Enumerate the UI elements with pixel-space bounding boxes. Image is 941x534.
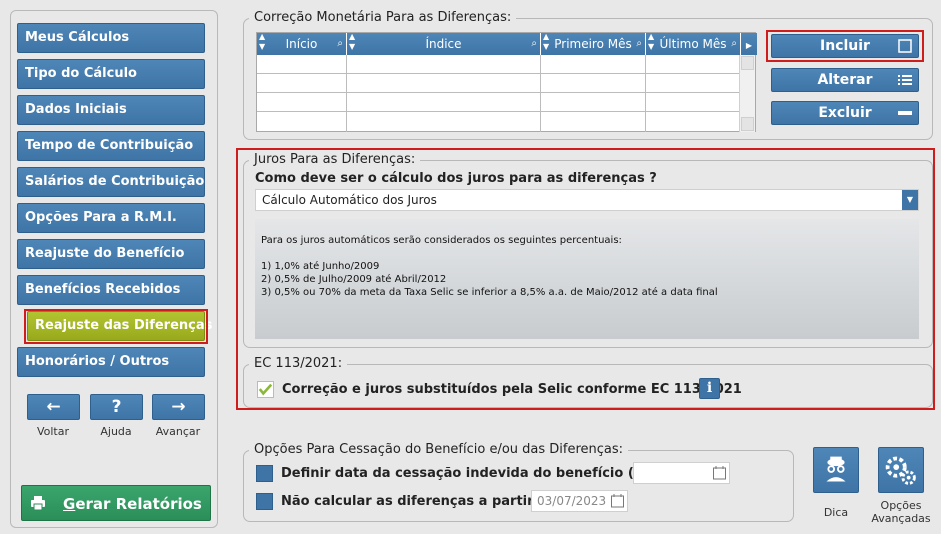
table-scrollbar[interactable] (739, 55, 755, 132)
scroll-down-button[interactable] (741, 117, 754, 131)
generate-reports-label: Gerar Relatórios (63, 495, 202, 513)
sidebar-item-honorarios-outros[interactable]: Honorários / Outros (17, 347, 205, 377)
column-header-inicio[interactable]: ▲ ▼ Início ⌕ (257, 32, 347, 55)
arrow-right-icon: → (171, 397, 186, 417)
tip-button[interactable] (813, 447, 859, 493)
triangle-right-icon: ▶ (745, 41, 753, 50)
search-icon: ⌕ (531, 38, 537, 49)
table-row (257, 73, 741, 74)
square-icon (898, 39, 912, 53)
table-row (257, 92, 741, 93)
minus-icon (898, 111, 912, 115)
calendar-icon (713, 466, 726, 480)
no-calc-checkbox[interactable] (256, 493, 273, 510)
active-item-highlight (24, 309, 208, 344)
advanced-options-label: Opções Avançadas (871, 499, 931, 525)
list-icon (898, 75, 912, 85)
sort-icon: ▲ ▼ (648, 32, 655, 51)
sort-icon: ▲ ▼ (259, 32, 266, 51)
printer-icon (31, 496, 45, 511)
search-icon: ⌕ (731, 38, 737, 49)
table-row (257, 111, 741, 112)
sidebar-item-tipo-do-calculo[interactable]: Tipo do Cálculo (17, 59, 205, 89)
column-divider (346, 55, 347, 132)
dcb-date-field[interactable] (633, 462, 730, 484)
back-button[interactable]: ← (27, 394, 80, 420)
back-label: Voltar (36, 425, 70, 438)
sort-icon: ▲ ▼ (349, 32, 356, 51)
advanced-options-button[interactable] (878, 447, 924, 493)
cessation-title: Opções Para Cessação do Benefício e/ou d… (249, 442, 629, 457)
sidebar-item-dados-iniciais[interactable]: Dados Iniciais (17, 95, 205, 125)
column-header-indice[interactable]: ▲ ▼ Índice ⌕ (347, 32, 541, 55)
arrow-left-icon: ← (46, 397, 61, 417)
sidebar-item-opcoes-rmi[interactable]: Opções Para a R.M.I. (17, 203, 205, 233)
include-button[interactable]: Incluir (771, 34, 919, 58)
alter-button[interactable]: Alterar (771, 68, 919, 92)
sort-icon: ▲ ▼ (543, 32, 550, 51)
help-button[interactable]: ? (90, 394, 143, 420)
correction-table[interactable]: ▲ ▼ Início ⌕ ▲ ▼ Índice ⌕ ▲ ▼ Primeiro Mês … (256, 32, 757, 132)
generate-reports-button[interactable]: Gerar Relatórios (21, 485, 211, 521)
sidebar-item-meus-calculos[interactable]: Meus Cálculos (17, 23, 205, 53)
correction-title: Correção Monetária Para as Diferenças: (249, 10, 517, 25)
forward-button[interactable]: → (152, 394, 205, 420)
gears-icon (885, 456, 916, 485)
column-header-ultimo-mes[interactable]: ▲ ▼ Último Mês ⌕ (646, 32, 741, 55)
sidebar-item-beneficios-recebidos[interactable]: Benefícios Recebidos (17, 275, 205, 305)
tip-label: Dica (823, 506, 849, 519)
no-calc-date-field[interactable]: 03/07/2023 (531, 490, 628, 512)
column-menu-button[interactable]: ▶ (741, 33, 757, 55)
sidebar-item-salarios-de-contribuicao[interactable]: Salários de Contribuição (17, 167, 205, 197)
sidebar-item-tempo-de-contribuicao[interactable]: Tempo de Contribuição (17, 131, 205, 161)
spy-icon (826, 456, 846, 482)
column-divider (540, 55, 541, 132)
forward-label: Avançar (155, 425, 201, 438)
search-icon: ⌕ (636, 38, 642, 49)
help-label: Ajuda (100, 425, 132, 438)
column-divider (645, 55, 646, 132)
question-icon: ? (111, 397, 122, 417)
search-icon: ⌕ (337, 38, 343, 49)
column-header-primeiro-mes[interactable]: ▲ ▼ Primeiro Mês ⌕ (541, 32, 646, 55)
delete-button[interactable]: Excluir (771, 101, 919, 125)
dcb-checkbox-label: Definir data da cessação indevida do ben… (281, 466, 670, 481)
calendar-icon (611, 494, 624, 508)
dcb-checkbox[interactable] (256, 465, 273, 482)
juros-highlight (236, 148, 935, 410)
cessation-group (243, 450, 794, 522)
sidebar-item-reajuste-do-beneficio[interactable]: Reajuste do Benefício (17, 239, 205, 269)
no-calc-checkbox-label: Não calcular as diferenças a partir de (281, 494, 557, 509)
scroll-up-button[interactable] (741, 56, 754, 70)
